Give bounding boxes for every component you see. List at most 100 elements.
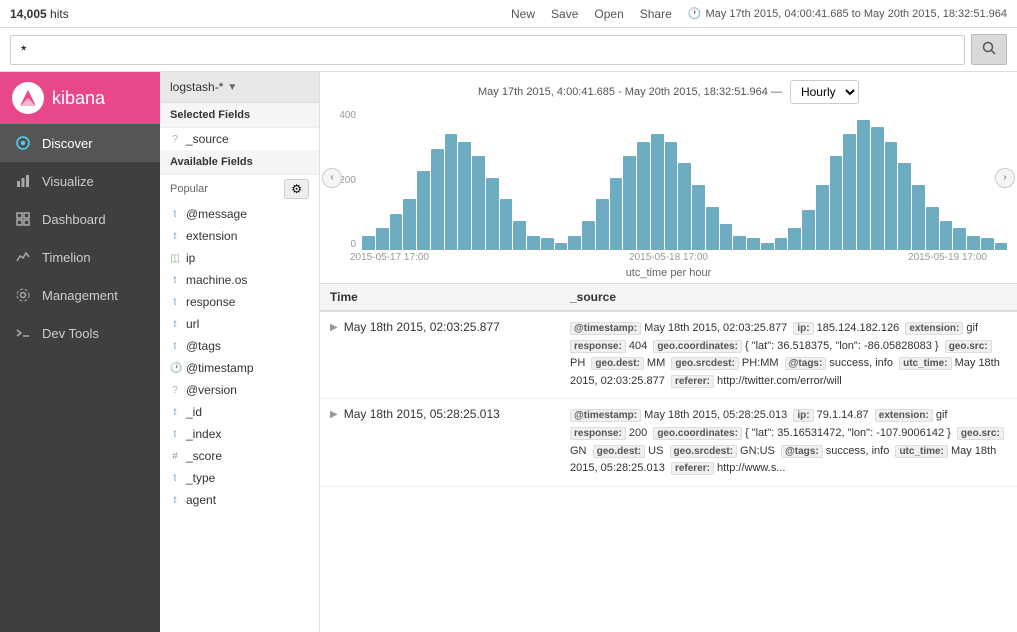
chart-bar[interactable] (651, 134, 664, 250)
field-name: url (186, 317, 199, 331)
devtools-icon (14, 324, 32, 342)
nav-devtools[interactable]: Dev Tools (0, 314, 160, 352)
field-item-machineos[interactable]: t machine.os (160, 269, 319, 291)
field-item-ip[interactable]: ◫ ip (160, 247, 319, 269)
nav-timelion[interactable]: Timelion (0, 238, 160, 276)
interval-select[interactable]: Hourly (790, 80, 859, 104)
chart-bar[interactable] (720, 224, 733, 250)
field-item-agent[interactable]: t agent (160, 489, 319, 511)
chart-nav-right-button[interactable]: › (995, 168, 1015, 188)
field-item-response[interactable]: t response (160, 291, 319, 313)
field-key: geo.srcdest: (671, 357, 738, 370)
field-item-tags[interactable]: t @tags (160, 335, 319, 357)
index-selector[interactable]: logstash-* ▼ (160, 72, 319, 103)
chart-bar[interactable] (417, 171, 430, 250)
chart-bar[interactable] (692, 185, 705, 250)
field-item-extension[interactable]: t extension (160, 225, 319, 247)
logo[interactable]: kibana (0, 72, 160, 124)
expand-arrow-icon[interactable]: ▶ (330, 322, 338, 333)
chart-bar[interactable] (775, 238, 788, 250)
field-item-index[interactable]: t _index (160, 423, 319, 445)
chart-bar[interactable] (802, 210, 815, 250)
chart-bar[interactable] (706, 207, 719, 250)
chart-bar[interactable] (926, 207, 939, 250)
dropdown-arrow-icon: ▼ (227, 82, 237, 93)
chart-bar[interactable] (788, 228, 801, 250)
chart-bar[interactable] (555, 243, 568, 250)
chart-bar[interactable] (541, 238, 554, 250)
field-name: _id (186, 405, 202, 419)
nav-management[interactable]: Management (0, 276, 160, 314)
chart-bar[interactable] (390, 214, 403, 250)
top-bar: 14,005 hits New Save Open Share 🕐 May 17… (0, 0, 1017, 28)
chart-bar[interactable] (940, 221, 953, 250)
chart-bar[interactable] (513, 221, 526, 250)
nav-visualize[interactable]: Visualize (0, 162, 160, 200)
chart-bar[interactable] (871, 127, 884, 250)
new-button[interactable]: New (511, 7, 535, 21)
chart-bar[interactable] (486, 178, 499, 250)
nav-visualize-label: Visualize (42, 174, 94, 189)
chart-bar[interactable] (610, 178, 623, 250)
chart-bar[interactable] (953, 228, 966, 250)
chart-bar[interactable] (472, 156, 485, 250)
chart-bar[interactable] (885, 142, 898, 250)
field-item-url[interactable]: t url (160, 313, 319, 335)
chart-bar[interactable] (995, 243, 1008, 250)
gear-button[interactable]: ⚙ (284, 179, 309, 199)
chart-bar[interactable] (582, 221, 595, 250)
time-cell-1[interactable]: ▶ May 18th 2015, 02:03:25.877 (320, 312, 560, 398)
chart-bar[interactable] (733, 236, 746, 250)
open-button[interactable]: Open (594, 7, 623, 21)
chart-bar[interactable] (596, 199, 609, 250)
chart-bar[interactable] (981, 238, 994, 250)
chart-bar[interactable] (967, 236, 980, 250)
chart-bar[interactable] (830, 156, 843, 250)
chart-bar[interactable] (747, 238, 760, 250)
chart-bar[interactable] (527, 236, 540, 250)
field-item-type[interactable]: t _type (160, 467, 319, 489)
chart-bar[interactable] (678, 163, 691, 250)
chart-bar[interactable] (500, 199, 513, 250)
chart-bar[interactable] (637, 142, 650, 250)
time-range-display[interactable]: 🕐 May 17th 2015, 04:00:41.685 to May 20t… (688, 7, 1007, 20)
chart-bar[interactable] (912, 185, 925, 250)
chart-bar[interactable] (623, 156, 636, 250)
field-item-timestamp[interactable]: 🕐 @timestamp (160, 357, 319, 379)
field-item-source[interactable]: ? _source (160, 128, 319, 150)
field-item-score[interactable]: # _score (160, 445, 319, 467)
field-item-id[interactable]: t _id (160, 401, 319, 423)
field-type-t-icon: t (170, 473, 180, 484)
chart-bar[interactable] (898, 163, 911, 250)
chart-bar[interactable] (445, 134, 458, 250)
field-key: geo.coordinates: (653, 427, 742, 440)
selected-fields-title: Selected Fields (160, 103, 319, 128)
field-name: @version (186, 383, 237, 397)
share-button[interactable]: Share (640, 7, 672, 21)
y-label-400: 400 (330, 110, 356, 121)
time-cell-2[interactable]: ▶ May 18th 2015, 05:28:25.013 (320, 399, 560, 485)
chart-bar[interactable] (403, 199, 416, 250)
chart-bar[interactable] (843, 134, 856, 250)
field-item-message[interactable]: t @message (160, 203, 319, 225)
chart-bar[interactable] (568, 236, 581, 250)
chart-nav-left-button[interactable]: ‹ (322, 168, 342, 188)
x-label-2: 2015-05-18 17:00 (629, 252, 708, 263)
chart-bar[interactable] (665, 142, 678, 250)
search-button[interactable] (971, 34, 1007, 65)
chart-bar[interactable] (857, 120, 870, 250)
nav-discover[interactable]: Discover (0, 124, 160, 162)
chart-bar[interactable] (376, 228, 389, 250)
nav-dashboard[interactable]: Dashboard (0, 200, 160, 238)
search-input[interactable] (10, 35, 965, 65)
chart-bar[interactable] (761, 243, 774, 250)
save-button[interactable]: Save (551, 7, 578, 21)
chart-bar[interactable] (362, 236, 375, 250)
field-item-version[interactable]: ? @version (160, 379, 319, 401)
chart-bar[interactable] (816, 185, 829, 250)
chart-bar[interactable] (431, 149, 444, 250)
expand-arrow-icon[interactable]: ▶ (330, 409, 338, 420)
field-type-t-icon: t (170, 495, 180, 506)
chart-bar[interactable] (458, 142, 471, 250)
field-key: utc_time: (899, 357, 951, 370)
